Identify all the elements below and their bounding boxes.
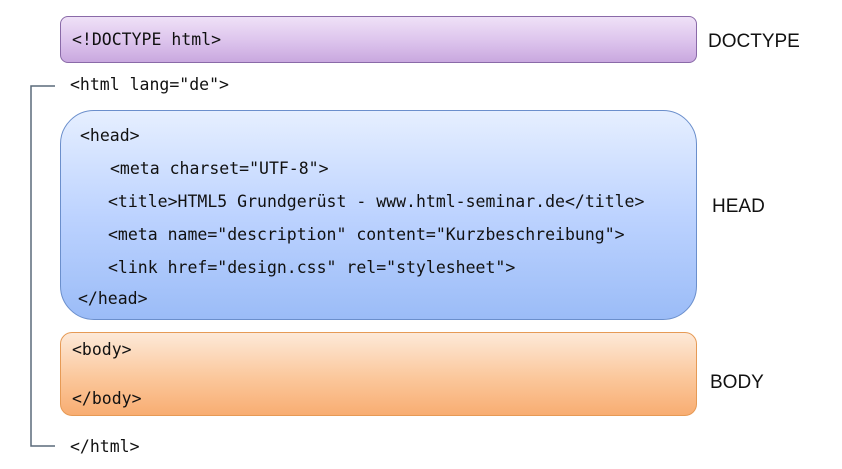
head-line-meta-description: <meta name="description" content="Kurzbe… [108, 225, 625, 244]
head-line-meta-charset: <meta charset="UTF-8"> [110, 159, 329, 178]
head-close-tag: </head> [78, 289, 148, 308]
head-open-tag: <head> [80, 126, 140, 145]
head-line-title: <title>HTML5 Grundgerüst - www.html-semi… [108, 192, 645, 211]
body-close-tag: </body> [72, 389, 142, 408]
head-label: HEAD [712, 196, 765, 217]
doctype-code: <!DOCTYPE html> [72, 30, 222, 49]
body-open-tag: <body> [72, 340, 132, 359]
head-line-link: <link href="design.css" rel="stylesheet"… [108, 258, 516, 277]
html-open-tag: <html lang="de"> [70, 75, 229, 94]
body-box [60, 332, 697, 416]
head-box [60, 110, 697, 320]
body-label: BODY [710, 372, 764, 393]
doctype-label: DOCTYPE [708, 31, 800, 52]
html-close-tag: </html> [70, 437, 140, 456]
